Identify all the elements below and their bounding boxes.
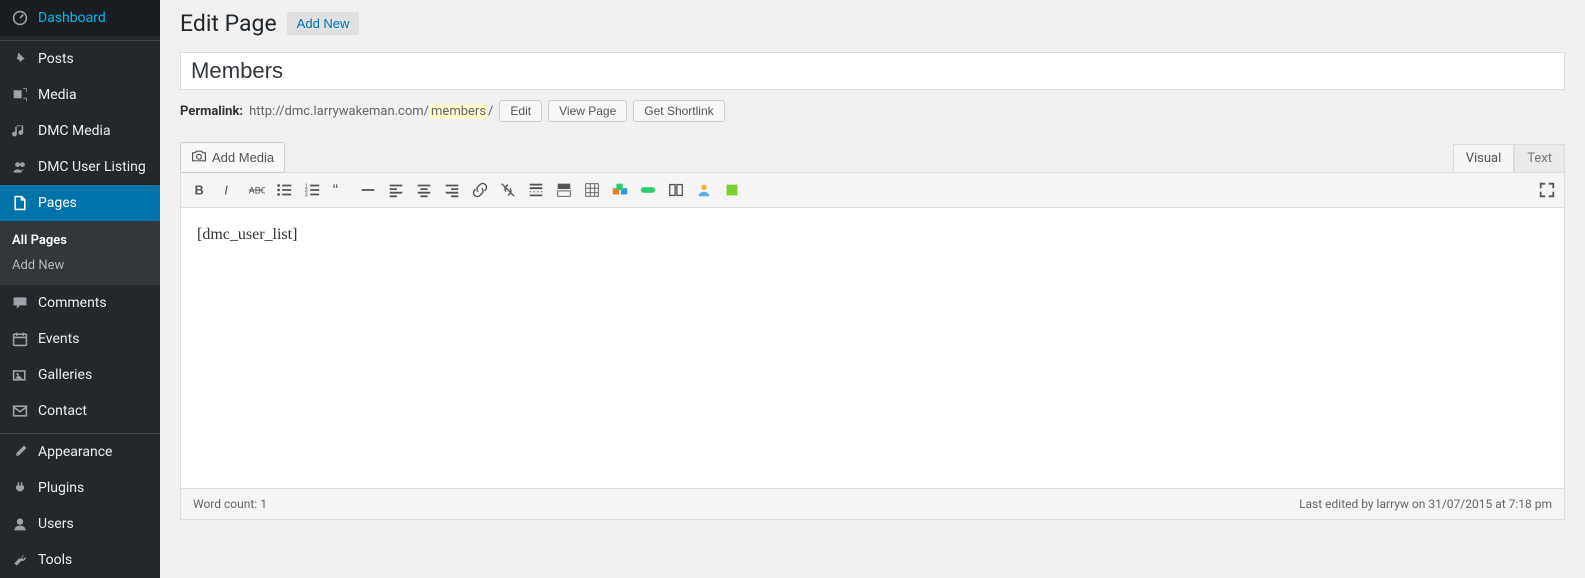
editor-content[interactable]: [dmc_user_list] — [181, 208, 1564, 488]
sidebar-item-dmc-user-listing[interactable]: DMC User Listing — [0, 149, 160, 185]
horizontal-rule-button[interactable] — [355, 177, 381, 203]
edit-permalink-button[interactable]: Edit — [499, 100, 542, 122]
svg-text:ABC: ABC — [249, 186, 265, 196]
strikethrough-button[interactable]: ABC — [243, 177, 269, 203]
tab-visual[interactable]: Visual — [1453, 144, 1515, 172]
toolbar-toggle-button[interactable] — [551, 177, 577, 203]
pin-icon — [10, 49, 30, 69]
plug-icon — [10, 478, 30, 498]
bold-button[interactable]: B — [187, 177, 213, 203]
view-page-button[interactable]: View Page — [548, 100, 627, 122]
sidebar-label: Plugins — [38, 480, 84, 496]
tab-text[interactable]: Text — [1514, 144, 1565, 172]
bullet-list-button[interactable] — [271, 177, 297, 203]
dashboard-icon — [10, 8, 30, 28]
distraction-free-button[interactable] — [1534, 177, 1560, 203]
sidebar-item-posts[interactable]: Posts — [0, 41, 160, 77]
user-icon — [10, 514, 30, 534]
editor-statusbar: Word count: 1 Last edited by larryw on 3… — [181, 488, 1564, 519]
add-new-button[interactable]: Add New — [287, 12, 360, 35]
submenu-all-pages[interactable]: All Pages — [0, 228, 160, 253]
sidebar-label: Tools — [38, 552, 72, 568]
sidebar-item-comments[interactable]: Comments — [0, 285, 160, 321]
add-media-label: Add Media — [212, 150, 274, 165]
sidebar-label: Users — [38, 516, 74, 532]
blockquote-button[interactable]: “ — [327, 177, 353, 203]
page-title: Edit Page — [180, 10, 277, 37]
editor-toolbar: B I ABC 123 “ — [181, 173, 1564, 208]
sidebar-item-dashboard[interactable]: Dashboard — [0, 0, 160, 36]
sidebar-item-users[interactable]: Users — [0, 506, 160, 542]
wrench-icon — [10, 550, 30, 570]
calendar-icon — [10, 329, 30, 349]
post-title-input[interactable] — [180, 52, 1565, 90]
sidebar-item-events[interactable]: Events — [0, 321, 160, 357]
sidebar-label: Pages — [38, 195, 77, 211]
sidebar-item-pages[interactable]: Pages — [0, 185, 160, 221]
sidebar-item-galleries[interactable]: Galleries — [0, 357, 160, 393]
mail-icon — [10, 401, 30, 421]
number-list-button[interactable]: 123 — [299, 177, 325, 203]
sidebar-item-appearance[interactable]: Appearance — [0, 434, 160, 470]
link-button[interactable] — [467, 177, 493, 203]
svg-text:I: I — [224, 184, 228, 198]
sidebar-item-tools[interactable]: Tools — [0, 542, 160, 578]
comment-icon — [10, 293, 30, 313]
italic-button[interactable]: I — [215, 177, 241, 203]
unlink-button[interactable] — [495, 177, 521, 203]
submenu-add-new[interactable]: Add New — [0, 253, 160, 278]
editor-tabs: Visual Text — [1453, 144, 1565, 172]
main-content: Edit Page Add New Permalink: http://dmc.… — [160, 0, 1585, 578]
camera-icon — [191, 148, 207, 167]
sidebar-item-dmc-media[interactable]: DMC Media — [0, 113, 160, 149]
brush-icon — [10, 442, 30, 462]
sidebar-item-media[interactable]: Media — [0, 77, 160, 113]
align-center-button[interactable] — [411, 177, 437, 203]
read-more-button[interactable] — [523, 177, 549, 203]
editor: B I ABC 123 “ — [180, 172, 1565, 520]
sidebar-label: Media — [38, 87, 77, 103]
align-left-button[interactable] — [383, 177, 409, 203]
music-icon — [10, 121, 30, 141]
svg-text:“: “ — [333, 181, 338, 199]
word-count: Word count: 1 — [193, 497, 267, 511]
admin-sidebar: Dashboard Posts Media DMC Media DMC User… — [0, 0, 160, 578]
sidebar-label: Posts — [38, 51, 74, 67]
sidebar-label: Comments — [38, 295, 107, 311]
permalink-row: Permalink: http://dmc.larrywakeman.com/m… — [180, 90, 1565, 132]
last-edited: Last edited by larryw on 31/07/2015 at 7… — [1299, 497, 1552, 511]
sidebar-label: Contact — [38, 403, 87, 419]
sidebar-label: Events — [38, 331, 79, 347]
svg-text:B: B — [195, 184, 204, 198]
align-right-button[interactable] — [439, 177, 465, 203]
insert-table-button[interactable] — [579, 177, 605, 203]
sidebar-submenu-pages: All Pages Add New — [0, 221, 160, 285]
permalink-label: Permalink: — [180, 104, 243, 119]
sidebar-label: Appearance — [38, 444, 112, 460]
insert-button-button[interactable] — [635, 177, 661, 203]
gallery-icon — [10, 365, 30, 385]
media-icon — [10, 85, 30, 105]
insert-shortcode-button[interactable] — [607, 177, 633, 203]
sidebar-label: DMC User Listing — [38, 159, 146, 175]
sidebar-item-plugins[interactable]: Plugins — [0, 470, 160, 506]
add-media-button[interactable]: Add Media — [180, 142, 285, 173]
sidebar-item-contact[interactable]: Contact — [0, 393, 160, 429]
pages-icon — [10, 193, 30, 213]
insert-columns-button[interactable] — [663, 177, 689, 203]
sidebar-label: Galleries — [38, 367, 92, 383]
insert-block-button[interactable] — [719, 177, 745, 203]
insert-user-button[interactable] — [691, 177, 717, 203]
svg-text:3: 3 — [305, 192, 308, 198]
users-icon — [10, 157, 30, 177]
get-shortlink-button[interactable]: Get Shortlink — [633, 100, 724, 122]
sidebar-label: Dashboard — [38, 10, 106, 26]
permalink-slug: members — [429, 104, 488, 119]
sidebar-label: DMC Media — [38, 123, 111, 139]
permalink-url: http://dmc.larrywakeman.com/members/ — [249, 104, 493, 119]
